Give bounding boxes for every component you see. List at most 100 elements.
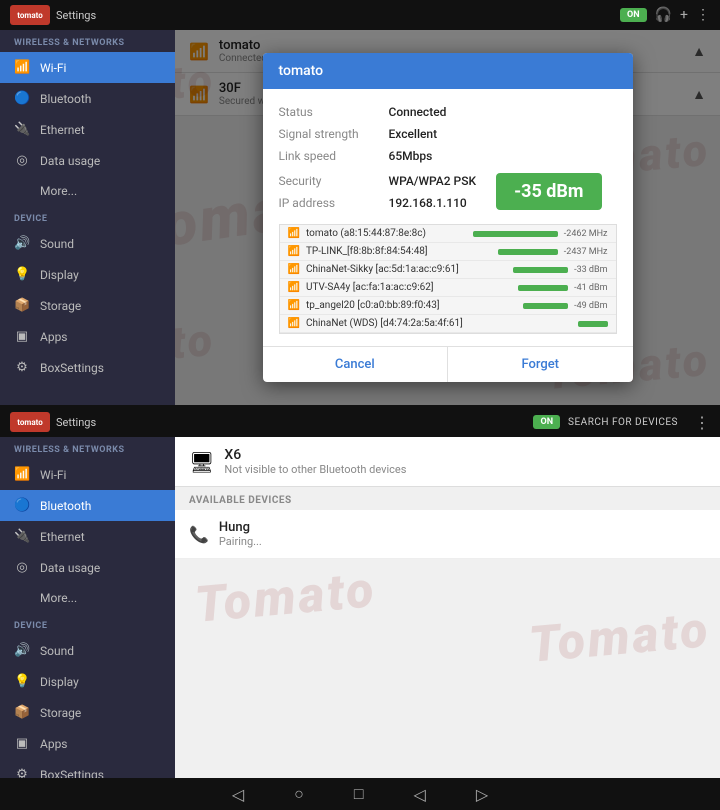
sidebar-item-sound-top[interactable]: 🔊 Sound — [0, 228, 175, 259]
logo-image: tomato — [10, 5, 50, 25]
mini-dbm-1: -2437 MHz — [564, 247, 608, 257]
home-button[interactable]: ○ — [294, 784, 304, 804]
modal-title: tomato — [263, 53, 633, 89]
bt-menu-icon[interactable]: ⋮ — [694, 413, 710, 432]
bottom-logo-image: tomato — [10, 412, 50, 432]
sidebar-item-wifi-bt[interactable]: 📶 Wi-Fi — [0, 459, 175, 490]
sound-icon: 🔊 — [14, 236, 30, 251]
sidebar-item-more-bt[interactable]: More... — [0, 583, 175, 613]
mini-wifi-icon-0: 📶 — [288, 228, 300, 239]
bottom-header-right: ON SEARCH FOR DEVICES ⋮ — [533, 413, 710, 432]
mini-wifi-icon-1: 📶 — [288, 246, 300, 257]
mini-bar-2 — [513, 267, 568, 273]
mini-net-name-4: tp_angel20 [c0:a0:bb:89:f0:43] — [306, 300, 517, 311]
data-label-bt: Data usage — [40, 561, 100, 575]
apps-icon: ▣ — [14, 329, 30, 344]
mini-wifi-icon-3: 📶 — [288, 282, 300, 293]
mini-bar-5 — [578, 321, 608, 327]
more-label: More... — [40, 184, 77, 198]
sound-label: Sound — [40, 237, 74, 251]
bottom-logo: tomato Settings — [10, 412, 96, 432]
display-label: Display — [40, 268, 79, 282]
display-label-bt: Display — [40, 675, 79, 689]
dbm-badge: -35 dBm — [496, 173, 601, 210]
bottom-header-title: Settings — [56, 416, 96, 429]
signal-value: Excellent — [389, 127, 438, 141]
modal-row-status: Status Connected — [279, 101, 617, 123]
device-computer-icon: 🖥 — [189, 450, 214, 474]
section-device-bt: DEVICE — [0, 613, 175, 635]
bt-toggle[interactable]: ON — [533, 415, 560, 429]
menu-icon[interactable]: ⋮ — [696, 7, 710, 23]
sound-icon-bt: 🔊 — [14, 643, 30, 658]
wifi-label: Wi-Fi — [40, 61, 66, 75]
security-label: Security — [279, 174, 389, 188]
vol-down-button[interactable]: ◁ — [414, 785, 426, 804]
sidebar-item-sound-bt[interactable]: 🔊 Sound — [0, 635, 175, 666]
sidebar-item-display-bt[interactable]: 💡 Display — [0, 666, 175, 697]
recent-button[interactable]: □ — [354, 784, 364, 804]
mini-wifi-icon-4: 📶 — [288, 300, 300, 311]
bt-hung-name: Hung — [219, 520, 262, 535]
ethernet-icon: 🔌 — [14, 122, 30, 137]
bluetooth-icon: 🔵 — [14, 91, 30, 106]
wifi-modal-overlay: tomato Status Connected Signal strength … — [175, 30, 720, 405]
search-for-devices-button[interactable]: SEARCH FOR DEVICES — [568, 417, 678, 428]
mini-net-name-1: TP-LINK_[f8:8b:8f:84:54:48] — [306, 246, 492, 257]
wm-bottom-2: Tomato — [526, 601, 712, 675]
sidebar-item-data-top[interactable]: ◎ Data usage — [0, 145, 175, 176]
sidebar-item-display-top[interactable]: 💡 Display — [0, 259, 175, 290]
mini-net-row-3: 📶 UTV-SA4y [ac:fa:1a:ac:c9:62] -41 dBm — [280, 279, 616, 297]
mini-dbm-3: -41 dBm — [574, 283, 607, 293]
signal-label: Signal strength — [279, 127, 389, 141]
display-icon: 💡 — [14, 267, 30, 282]
sidebar-item-ethernet-bt[interactable]: 🔌 Ethernet — [0, 521, 175, 552]
sidebar-item-apps-top[interactable]: ▣ Apps — [0, 321, 175, 352]
modal-row-security: Security WPA/WPA2 PSK — [279, 170, 477, 192]
bluetooth-icon-bt: 🔵 — [14, 498, 30, 513]
eth-label-bt: Ethernet — [40, 530, 85, 544]
mini-net-row-4: 📶 tp_angel20 [c0:a0:bb:89:f0:43] -49 dBm — [280, 297, 616, 315]
linkspeed-label: Link speed — [279, 149, 389, 163]
cancel-button[interactable]: Cancel — [263, 347, 449, 382]
bottom-panel: tomato Settings ON SEARCH FOR DEVICES ⋮ … — [0, 405, 720, 810]
bt-available-hung[interactable]: 📞 Hung Pairing... — [175, 510, 720, 559]
sidebar-item-data-bt[interactable]: ◎ Data usage — [0, 552, 175, 583]
mini-bar-1 — [498, 249, 558, 255]
bottom-logo-text: tomato — [17, 418, 42, 427]
sidebar-item-wifi[interactable]: 📶 Wi-Fi — [0, 52, 175, 83]
sidebar-item-storage-top[interactable]: 📦 Storage — [0, 290, 175, 321]
sidebar-item-bluetooth-top[interactable]: 🔵 Bluetooth — [0, 83, 175, 114]
boxsettings-label: BoxSettings — [40, 361, 104, 375]
sidebar-item-bluetooth-bt[interactable]: 🔵 Bluetooth — [0, 490, 175, 521]
mini-net-row-2: 📶 ChinaNet-Sikky [ac:5d:1a:ac:c9:61] -33… — [280, 261, 616, 279]
mini-wifi-icon-2: 📶 — [288, 264, 300, 275]
vol-up-button[interactable]: ▷ — [476, 785, 488, 804]
sidebar-item-ethernet-top[interactable]: 🔌 Ethernet — [0, 114, 175, 145]
add-icon[interactable]: + — [680, 7, 688, 23]
wm-bottom-area: Tomato Tomato — [175, 559, 720, 679]
data-label: Data usage — [40, 154, 100, 168]
back-button[interactable]: ◁ — [232, 785, 244, 804]
bt-hung-info: Hung Pairing... — [219, 520, 262, 548]
bt-this-device: 🖥 X6 Not visible to other Bluetooth devi… — [175, 437, 720, 487]
sidebar-item-apps-bt[interactable]: ▣ Apps — [0, 728, 175, 759]
modal-row-signal: Signal strength Excellent — [279, 123, 617, 145]
sidebar-item-more-top[interactable]: More... — [0, 176, 175, 206]
mini-net-name-0: tomato (a8:15:44:87:8e:8c) — [306, 228, 467, 239]
sidebar-item-boxsettings-top[interactable]: ⚙ BoxSettings — [0, 352, 175, 383]
sidebar-item-storage-bt[interactable]: 📦 Storage — [0, 697, 175, 728]
mini-net-row-0: 📶 tomato (a8:15:44:87:8e:8c) -2462 MHz — [280, 225, 616, 243]
forget-button[interactable]: Forget — [448, 347, 633, 382]
section-device-top: DEVICE — [0, 206, 175, 228]
status-label: Status — [279, 105, 389, 119]
header-title: Settings — [56, 9, 96, 22]
mini-net-name-3: UTV-SA4y [ac:fa:1a:ac:c9:62] — [306, 282, 512, 293]
sound-label-bt: Sound — [40, 644, 74, 658]
storage-icon-bt: 📦 — [14, 705, 30, 720]
bottom-sidebar: WIRELESS & NETWORKS 📶 Wi-Fi 🔵 Bluetooth … — [0, 437, 175, 810]
wifi-toggle[interactable]: ON — [620, 8, 647, 22]
modal-body: Status Connected Signal strength Excelle… — [263, 89, 633, 346]
bt-label-bt: Bluetooth — [40, 499, 91, 513]
wifi-label-bt: Wi-Fi — [40, 468, 66, 482]
